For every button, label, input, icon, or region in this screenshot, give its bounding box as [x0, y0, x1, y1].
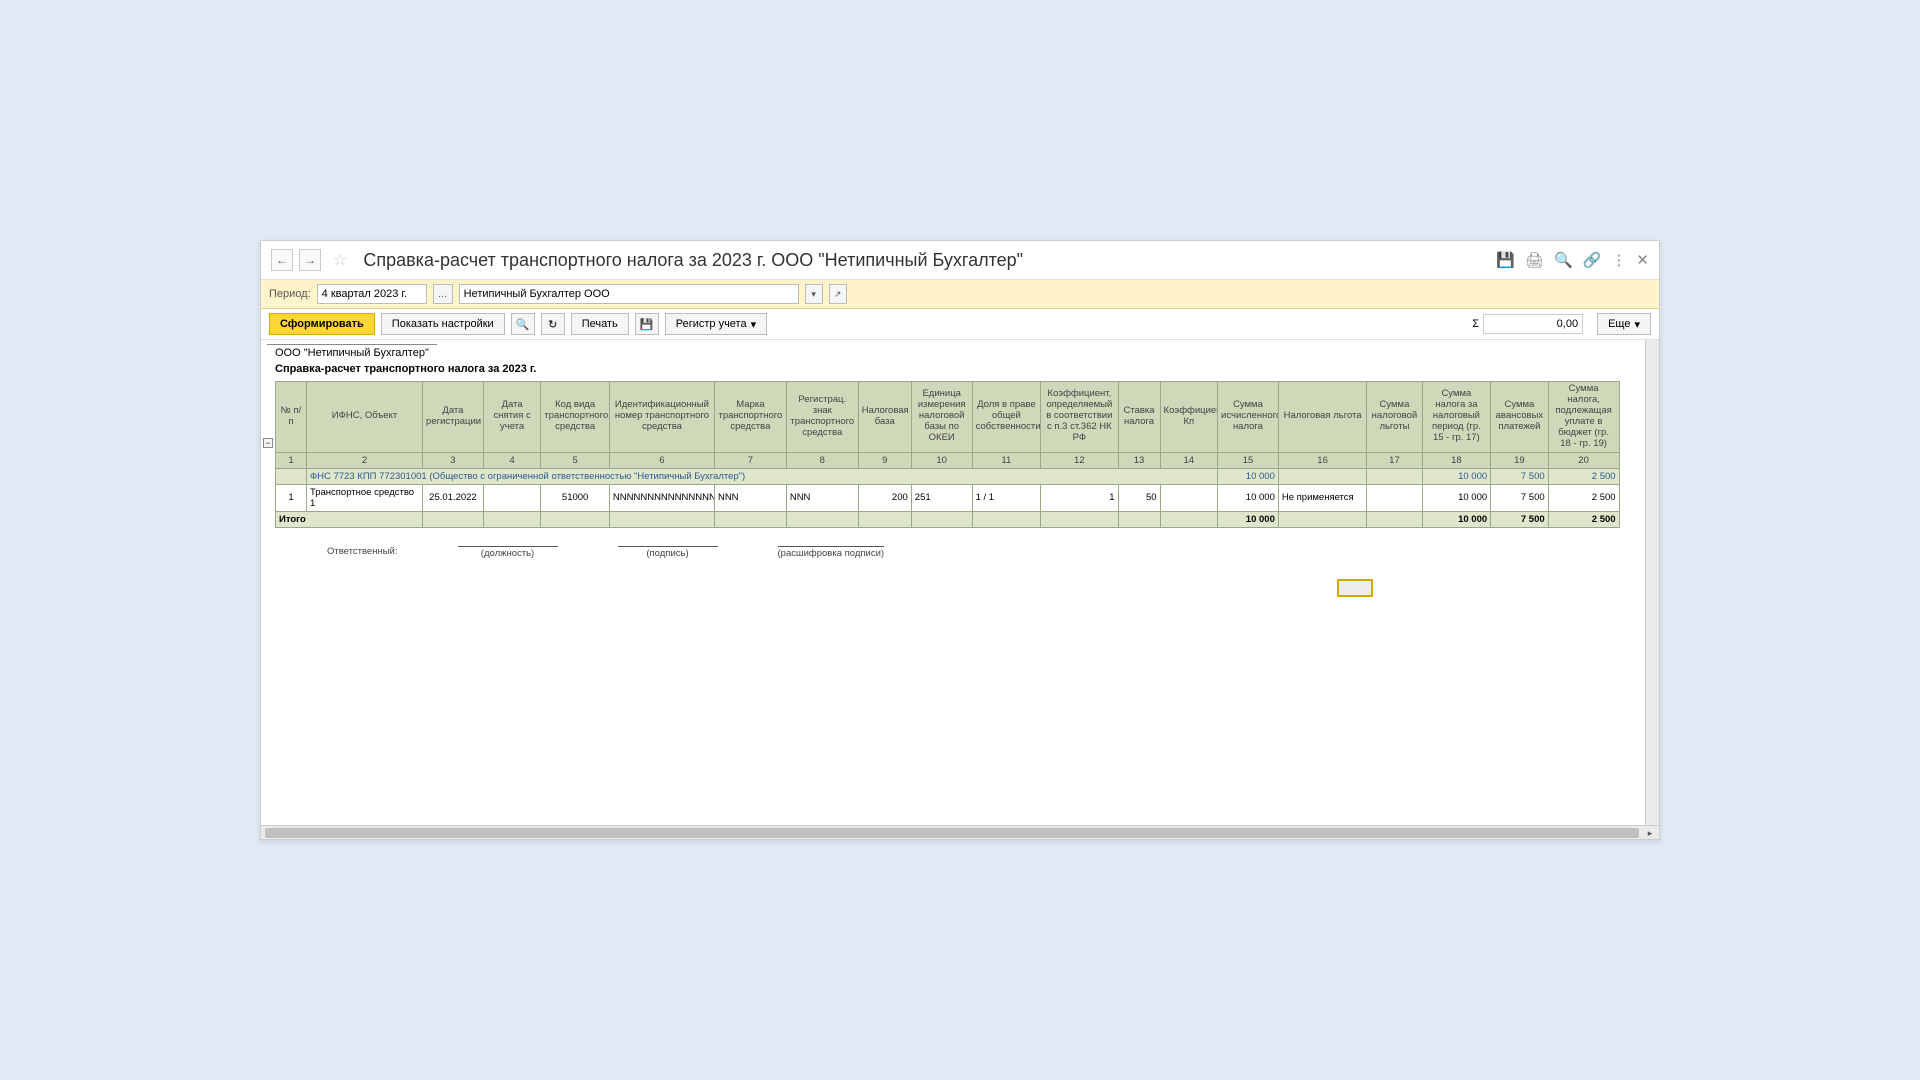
window-title: Справка-расчет транспортного налога за 2…: [363, 250, 1490, 271]
save-report-button[interactable]: 💾: [635, 313, 659, 335]
print-button[interactable]: Печать: [571, 313, 629, 335]
organization-open-button[interactable]: ↗: [829, 284, 847, 304]
total-row: Итого 10 000 10 000 7 500 2 500: [276, 511, 1620, 527]
report-title: Справка-расчет транспортного налога за 2…: [267, 361, 1639, 381]
selected-cell-indicator[interactable]: [1337, 579, 1373, 597]
generate-button[interactable]: Сформировать: [269, 313, 375, 335]
signatures-block: Ответственный: (должность) (подпись) (ра…: [327, 546, 1639, 559]
show-settings-button[interactable]: Показать настройки: [381, 313, 505, 335]
period-input[interactable]: [317, 284, 427, 304]
report-table: № п/пИФНС, ОбъектДата регистрацииДата сн…: [275, 381, 1620, 528]
table-row[interactable]: 1 Транспортное средство 1 25.01.2022 510…: [276, 484, 1620, 511]
sum-value[interactable]: [1483, 314, 1583, 334]
more-actions-button[interactable]: Еще ▾: [1597, 313, 1651, 335]
horizontal-scrollbar[interactable]: ▸: [261, 825, 1659, 839]
report-org-line: ООО "Нетипичный Бухгалтер": [267, 344, 437, 361]
sum-label: Σ: [1472, 318, 1479, 330]
close-icon[interactable]: ✕: [1636, 251, 1649, 269]
forward-button[interactable]: →: [299, 249, 321, 271]
header-row: № п/пИФНС, ОбъектДата регистрацииДата сн…: [276, 382, 1620, 453]
column-number-row: 1234 5678 9101112 13141516 17181920: [276, 452, 1620, 468]
period-label: Период:: [269, 288, 311, 300]
group-collapse-toggle[interactable]: −: [263, 438, 273, 448]
refresh-button[interactable]: ↻: [541, 313, 565, 335]
print-icon[interactable]: 🖨: [1525, 251, 1544, 269]
organization-dropdown-button[interactable]: ▾: [805, 284, 823, 304]
preview-icon[interactable]: 🔍: [1554, 251, 1573, 269]
period-picker-button[interactable]: …: [433, 284, 453, 304]
report-area: ООО "Нетипичный Бухгалтер" Справка-расче…: [261, 340, 1645, 825]
back-button[interactable]: ←: [271, 249, 293, 271]
group-row[interactable]: ФНС 7723 КПП 772301001 (Общество с огран…: [276, 468, 1620, 484]
more-icon[interactable]: ⋮: [1611, 251, 1626, 269]
vertical-scrollbar[interactable]: [1645, 340, 1659, 825]
register-button[interactable]: Регистр учета ▾: [665, 313, 767, 335]
save-icon[interactable]: 💾: [1496, 251, 1515, 269]
link-icon[interactable]: 🔗: [1583, 251, 1602, 269]
find-button[interactable]: 🔍: [511, 313, 535, 335]
organization-input[interactable]: [459, 284, 799, 304]
favorite-icon[interactable]: ☆: [333, 250, 347, 270]
